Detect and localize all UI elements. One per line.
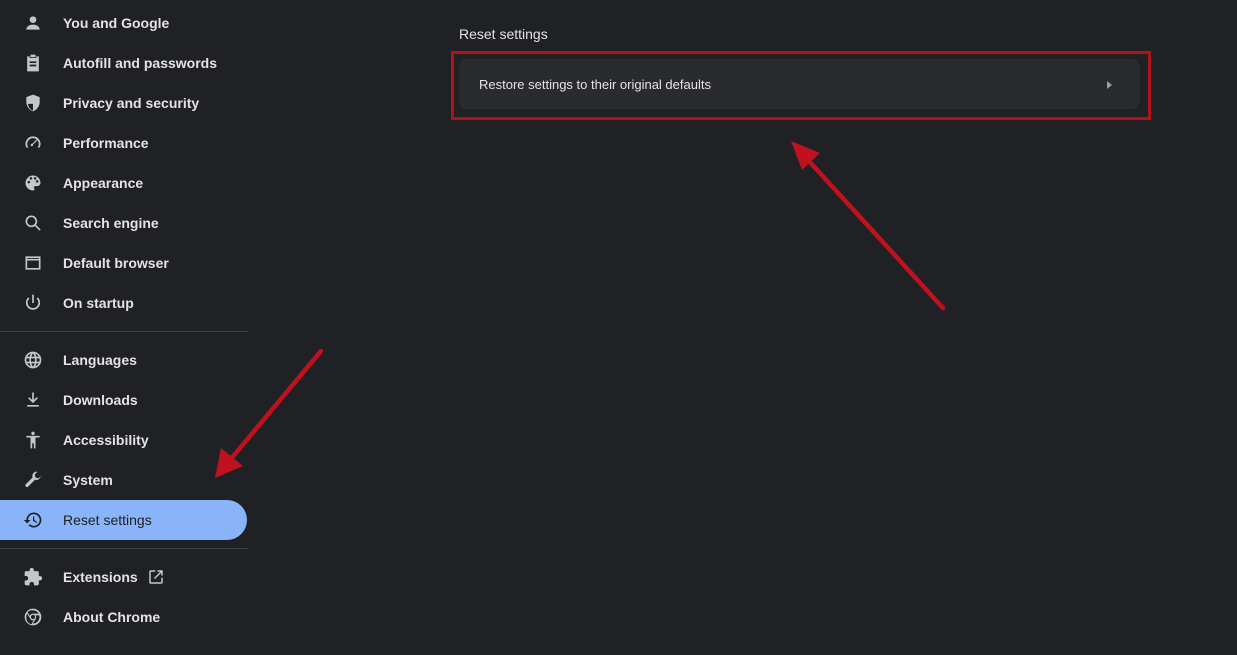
sidebar-divider	[0, 331, 248, 332]
sidebar-item-label: Autofill and passwords	[63, 55, 218, 71]
search-icon	[23, 213, 43, 233]
sidebar-item-label: Downloads	[63, 392, 138, 408]
sidebar-item-label: System	[63, 472, 113, 488]
sidebar-item-label: Search engine	[63, 215, 159, 231]
download-icon	[23, 390, 43, 410]
arrow-right-icon	[1104, 78, 1114, 90]
puzzle-icon	[23, 567, 43, 587]
sidebar-item-you-and-google[interactable]: You and Google	[0, 3, 247, 43]
clipboard-icon	[23, 53, 43, 73]
sidebar-divider	[0, 548, 248, 549]
page-title: Reset settings	[459, 26, 548, 42]
sidebar-item-languages[interactable]: Languages	[0, 340, 247, 380]
sidebar-item-default-browser[interactable]: Default browser	[0, 243, 247, 283]
sidebar-item-performance[interactable]: Performance	[0, 123, 247, 163]
sidebar-item-label: You and Google	[63, 15, 170, 31]
sidebar-item-label: Accessibility	[63, 432, 149, 448]
accessibility-icon	[23, 430, 43, 450]
sidebar-item-on-startup[interactable]: On startup	[0, 283, 247, 323]
sidebar-item-label: Appearance	[63, 175, 144, 191]
sidebar-item-label: Reset settings	[63, 512, 152, 528]
sidebar-item-accessibility[interactable]: Accessibility	[0, 420, 247, 460]
shield-icon	[23, 93, 43, 113]
sidebar-item-label: Extensions	[63, 569, 138, 585]
settings-sidebar: You and Google Autofill and passwords Pr…	[0, 0, 250, 655]
sidebar-item-label: Performance	[63, 135, 149, 151]
sidebar-item-about-chrome[interactable]: About Chrome	[0, 597, 247, 637]
sidebar-item-label: On startup	[63, 295, 134, 311]
power-icon	[23, 293, 43, 313]
sidebar-item-appearance[interactable]: Appearance	[0, 163, 247, 203]
palette-icon	[23, 173, 43, 193]
sidebar-item-reset-settings[interactable]: Reset settings	[0, 500, 247, 540]
browser-window-icon	[23, 253, 43, 273]
sidebar-item-label: About Chrome	[63, 609, 161, 625]
wrench-icon	[23, 470, 43, 490]
history-icon	[23, 510, 43, 530]
sidebar-item-label: Privacy and security	[63, 95, 200, 111]
chrome-icon	[23, 607, 43, 627]
sidebar-item-extensions[interactable]: Extensions	[0, 557, 247, 597]
settings-page: { "sidebar": { "items": [ {"label": "You…	[0, 0, 1237, 655]
sidebar-item-label: Languages	[63, 352, 137, 368]
sidebar-item-label: Default browser	[63, 255, 169, 271]
annotation-arrow-main	[791, 141, 946, 311]
sidebar-item-search-engine[interactable]: Search engine	[0, 203, 247, 243]
open-in-new-icon	[147, 568, 165, 586]
restore-defaults-row[interactable]: Restore settings to their original defau…	[459, 59, 1140, 109]
globe-icon	[23, 350, 43, 370]
sidebar-item-downloads[interactable]: Downloads	[0, 380, 247, 420]
sidebar-item-system[interactable]: System	[0, 460, 247, 500]
restore-defaults-label: Restore settings to their original defau…	[479, 77, 711, 92]
sidebar-item-autofill[interactable]: Autofill and passwords	[0, 43, 247, 83]
speedometer-icon	[23, 133, 43, 153]
person-icon	[23, 13, 43, 33]
sidebar-item-privacy[interactable]: Privacy and security	[0, 83, 247, 123]
